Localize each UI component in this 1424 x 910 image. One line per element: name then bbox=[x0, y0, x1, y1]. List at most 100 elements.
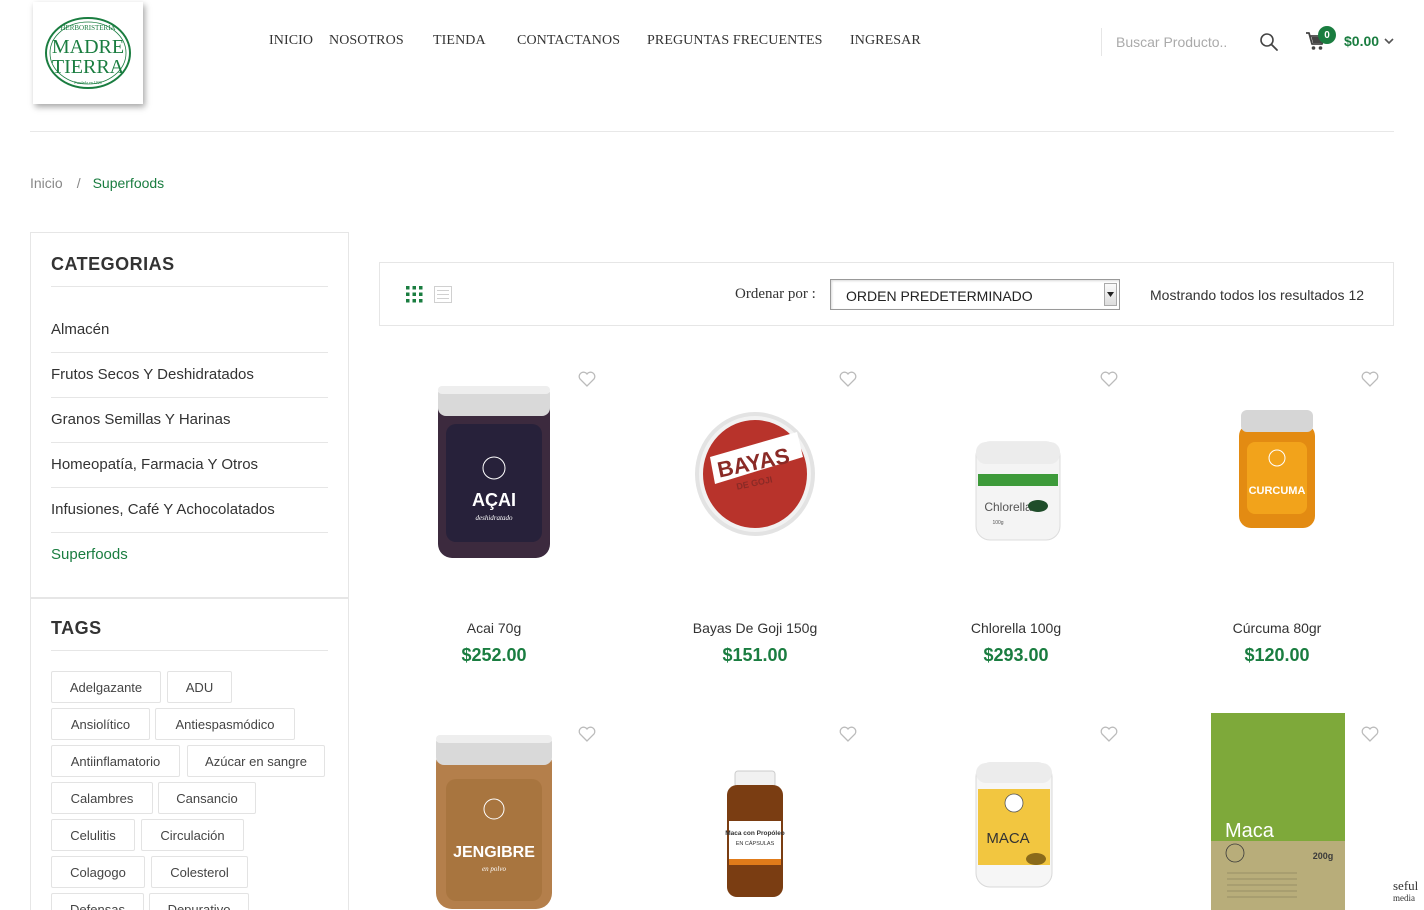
svg-text:Maca: Maca bbox=[1225, 820, 1275, 842]
sort-select[interactable]: ORDEN PREDETERMINADO bbox=[830, 279, 1120, 310]
heart-icon[interactable] bbox=[839, 726, 857, 742]
header-divider bbox=[30, 131, 1394, 132]
svg-text:HERBORISTERIA: HERBORISTERIA bbox=[60, 24, 115, 32]
breadcrumb: Inicio / Superfoods bbox=[30, 175, 164, 191]
heart-icon[interactable] bbox=[839, 371, 857, 387]
tag[interactable]: Antiinflamatorio bbox=[51, 745, 180, 777]
categories-title-rule bbox=[51, 286, 328, 287]
product-card[interactable]: AÇAI deshidratado Acai 70g $252.00 bbox=[374, 362, 614, 692]
nav-contactanos[interactable]: CONTACTANOS bbox=[517, 33, 620, 49]
product-image-chlorella[interactable]: Chlorella 100g bbox=[896, 362, 1136, 562]
product-image-maca-propoleo[interactable]: Maca con Propóleo EN CÁPSULAS bbox=[635, 717, 875, 910]
product-price: $151.00 bbox=[722, 645, 788, 665]
categories-title: CATEGORIAS bbox=[51, 254, 175, 274]
product-image-maca-bolsa[interactable]: Maca 200g bbox=[1157, 713, 1397, 910]
site-logo[interactable]: HERBORISTERIA MADRE TIERRA Fundada en 19… bbox=[33, 2, 143, 104]
breadcrumb-current: Superfoods bbox=[92, 175, 165, 191]
product-card[interactable]: MACA bbox=[896, 717, 1136, 910]
product-card[interactable]: Maca 200g bbox=[1157, 713, 1397, 910]
nav-tienda[interactable]: TIENDA bbox=[433, 33, 486, 49]
svg-text:Chlorella: Chlorella bbox=[984, 500, 1032, 514]
category-item[interactable]: Homeopatía, Farmacia Y Otros bbox=[51, 443, 328, 488]
search-input[interactable] bbox=[1116, 33, 1236, 51]
category-item[interactable]: Granos Semillas Y Harinas bbox=[51, 398, 328, 443]
product-price: $293.00 bbox=[983, 645, 1049, 665]
svg-text:CURCUMA: CURCUMA bbox=[1249, 485, 1306, 497]
list-view-icon[interactable] bbox=[434, 286, 452, 303]
search-box bbox=[1101, 28, 1281, 56]
svg-text:AÇAI: AÇAI bbox=[472, 490, 516, 510]
chevron-down-icon[interactable] bbox=[1384, 37, 1394, 45]
category-item[interactable]: Frutos Secos Y Deshidratados bbox=[51, 353, 328, 398]
heart-icon[interactable] bbox=[578, 371, 596, 387]
tag[interactable]: Colesterol bbox=[151, 856, 248, 888]
search-icon[interactable] bbox=[1259, 32, 1279, 52]
product-price: $120.00 bbox=[1244, 645, 1310, 665]
tag[interactable]: ADU bbox=[167, 671, 232, 703]
nav-preguntas-frecuentes[interactable]: PREGUNTAS FRECUENTES bbox=[647, 33, 823, 49]
nav-ingresar[interactable]: INGRESAR bbox=[850, 33, 921, 49]
product-name[interactable]: Acai 70g bbox=[374, 620, 614, 636]
heart-icon[interactable] bbox=[1361, 371, 1379, 387]
svg-text:100g: 100g bbox=[992, 520, 1003, 526]
grid-view-icon[interactable] bbox=[406, 286, 423, 303]
breadcrumb-home[interactable]: Inicio bbox=[30, 175, 63, 191]
tag[interactable]: Depurativo bbox=[149, 893, 249, 910]
category-item[interactable]: Almacén bbox=[51, 308, 328, 353]
product-card[interactable]: Chlorella 100g Chlorella 100g $293.00 bbox=[896, 362, 1136, 692]
product-name[interactable]: Bayas De Goji 150g bbox=[635, 620, 875, 636]
shop-toolbar: Ordenar por : ORDEN PREDETERMINADO Mostr… bbox=[379, 262, 1394, 326]
tag[interactable]: Colagogo bbox=[51, 856, 145, 888]
category-list: Almacén Frutos Secos Y Deshidratados Gra… bbox=[51, 308, 328, 578]
svg-text:MACA: MACA bbox=[986, 830, 1029, 847]
product-name[interactable]: Cúrcuma 80gr bbox=[1157, 620, 1397, 636]
product-image-curcuma[interactable]: CURCUMA bbox=[1157, 362, 1397, 562]
product-image-acai[interactable]: AÇAI deshidratado bbox=[374, 362, 614, 562]
product-card[interactable]: BAYAS DE GOJI Bayas De Goji 150g $151.00 bbox=[635, 362, 875, 692]
svg-text:MADRE: MADRE bbox=[52, 36, 124, 58]
breadcrumb-separator: / bbox=[76, 175, 81, 191]
product-card[interactable]: Maca con Propóleo EN CÁPSULAS bbox=[635, 717, 875, 910]
svg-text:EN CÁPSULAS: EN CÁPSULAS bbox=[736, 840, 775, 847]
product-card[interactable]: JENGIBRE en polvo bbox=[374, 717, 614, 910]
nav-inicio[interactable]: INICIO bbox=[269, 33, 313, 49]
heart-icon[interactable] bbox=[1100, 371, 1118, 387]
product-image-jengibre[interactable]: JENGIBRE en polvo bbox=[374, 717, 614, 910]
tag[interactable]: Defensas bbox=[51, 893, 144, 910]
svg-text:Maca con Propóleo: Maca con Propóleo bbox=[725, 830, 785, 837]
svg-text:JENGIBRE: JENGIBRE bbox=[453, 844, 535, 861]
heart-icon[interactable] bbox=[1100, 726, 1118, 742]
sort-label: Ordenar por : bbox=[735, 286, 816, 302]
category-item[interactable]: Infusiones, Café Y Achocolatados bbox=[51, 488, 328, 533]
nav-nosotros[interactable]: NOSOTROS bbox=[329, 33, 404, 49]
heart-icon[interactable] bbox=[578, 726, 596, 742]
sort-selected-value: ORDEN PREDETERMINADO bbox=[846, 288, 1033, 304]
product-image-goji[interactable]: BAYAS DE GOJI bbox=[635, 362, 875, 562]
results-count: Mostrando todos los resultados 12 bbox=[1150, 287, 1365, 303]
product-price: $252.00 bbox=[461, 645, 527, 665]
tag[interactable]: Cansancio bbox=[158, 782, 256, 814]
tag[interactable]: Celulitis bbox=[51, 819, 135, 851]
dropdown-arrow-icon[interactable] bbox=[1104, 283, 1117, 306]
tags-title-rule bbox=[51, 650, 328, 651]
tag[interactable]: Calambres bbox=[51, 782, 153, 814]
tag[interactable]: Ansiolítico bbox=[51, 708, 150, 740]
tag[interactable]: Circulación bbox=[141, 819, 244, 851]
widget-separator bbox=[31, 597, 348, 599]
svg-text:Fundada en 1920: Fundada en 1920 bbox=[74, 80, 102, 85]
svg-text:200g: 200g bbox=[1313, 851, 1334, 861]
sidebar: CATEGORIAS Almacén Frutos Secos Y Deshid… bbox=[30, 232, 349, 910]
product-name[interactable]: Chlorella 100g bbox=[896, 620, 1136, 636]
product-card[interactable]: CURCUMA Cúrcuma 80gr $120.00 bbox=[1157, 362, 1397, 692]
svg-text:en polvo: en polvo bbox=[482, 865, 506, 873]
tag[interactable]: Antiespasmódico bbox=[155, 708, 295, 740]
tag[interactable]: Adelgazante bbox=[51, 671, 161, 703]
heart-icon[interactable] bbox=[1361, 726, 1379, 742]
svg-text:deshidratado: deshidratado bbox=[476, 514, 513, 522]
tag[interactable]: Azúcar en sangre bbox=[187, 745, 325, 777]
category-item-active[interactable]: Superfoods bbox=[51, 533, 328, 578]
madre-tierra-logo: HERBORISTERIA MADRE TIERRA Fundada en 19… bbox=[45, 17, 131, 89]
cart-total[interactable]: $0.00 bbox=[1344, 33, 1379, 49]
product-image-maca[interactable]: MACA bbox=[896, 717, 1136, 910]
tags-title: TAGS bbox=[51, 618, 102, 638]
